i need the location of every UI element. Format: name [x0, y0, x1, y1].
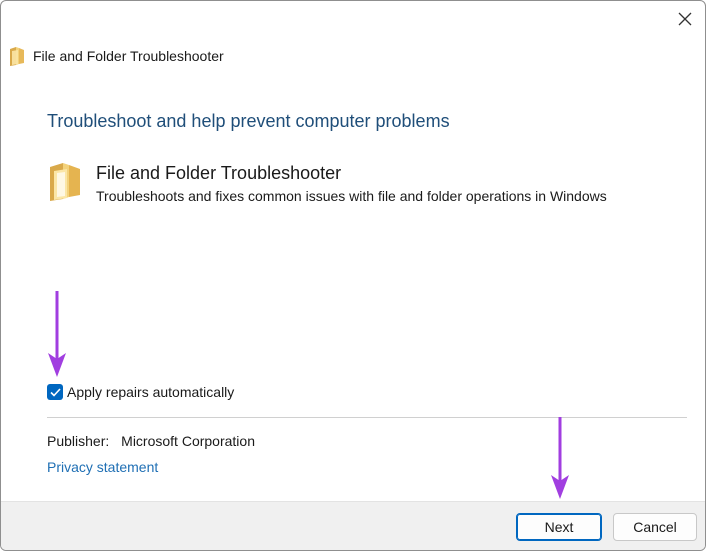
troubleshooter-text: File and Folder Troubleshooter Troublesh… — [96, 161, 607, 207]
folder-icon — [50, 163, 80, 201]
publisher-label: Publisher: — [47, 433, 110, 449]
checkmark-icon — [49, 387, 61, 397]
apply-repairs-label[interactable]: Apply repairs automatically — [67, 384, 234, 400]
next-button[interactable]: Next — [516, 513, 602, 541]
close-button[interactable] — [673, 7, 697, 31]
annotation-arrow-icon — [48, 291, 66, 377]
apply-repairs-checkbox[interactable]: Apply repairs automatically — [47, 384, 234, 400]
dialog-footer: Next Cancel — [1, 501, 705, 550]
close-icon — [678, 12, 692, 26]
troubleshooter-item: File and Folder Troubleshooter Troublesh… — [47, 161, 607, 207]
window-title: File and Folder Troubleshooter — [33, 48, 224, 64]
cancel-button[interactable]: Cancel — [613, 513, 697, 541]
publisher-info: Publisher: Microsoft Corporation — [47, 433, 255, 449]
publisher-value: Microsoft Corporation — [121, 433, 255, 449]
folder-icon — [10, 47, 24, 66]
page-heading: Troubleshoot and help prevent computer p… — [47, 111, 450, 131]
title-bar: File and Folder Troubleshooter — [7, 45, 224, 67]
checkbox-checked[interactable] — [47, 384, 63, 400]
annotation-arrow-icon — [551, 417, 569, 499]
troubleshooter-name: File and Folder Troubleshooter — [96, 163, 342, 183]
divider — [47, 417, 687, 418]
troubleshooter-description: Troubleshoots and fixes common issues wi… — [96, 188, 607, 204]
troubleshooter-dialog: File and Folder Troubleshooter Troublesh… — [0, 0, 706, 551]
privacy-statement-link[interactable]: Privacy statement — [47, 459, 158, 475]
